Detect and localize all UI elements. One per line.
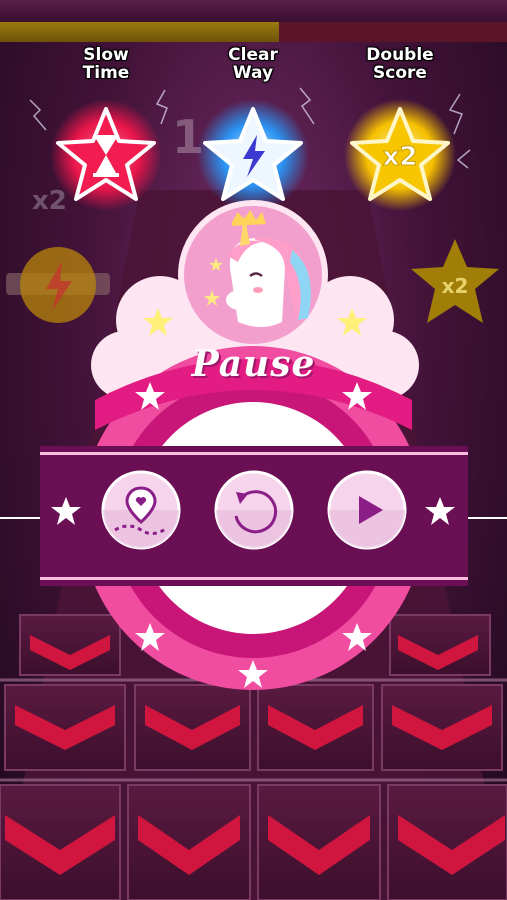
restart-button[interactable] — [214, 470, 294, 550]
pause-title: Pause — [191, 343, 316, 385]
resume-button[interactable] — [327, 470, 407, 550]
map-button[interactable] — [101, 470, 181, 550]
lightning-effects — [29, 87, 471, 169]
